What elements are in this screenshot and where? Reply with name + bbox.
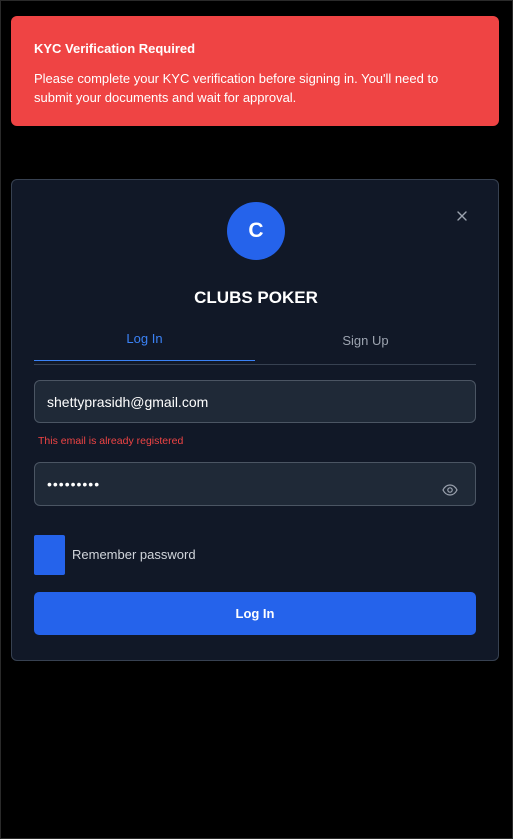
tab-sign-up[interactable]: Sign Up xyxy=(255,320,476,364)
remember-label: Remember password xyxy=(72,547,196,562)
alert-title: KYC Verification Required xyxy=(34,41,196,56)
password-field-wrapper xyxy=(34,462,476,506)
tab-log-in[interactable]: Log In xyxy=(34,320,255,361)
log-in-button[interactable]: Log In xyxy=(34,592,476,635)
password-field[interactable] xyxy=(34,462,476,506)
eye-icon[interactable] xyxy=(442,484,458,496)
remember-checkbox[interactable] xyxy=(34,534,65,575)
close-icon xyxy=(457,211,467,221)
email-field[interactable] xyxy=(34,380,476,423)
brand-title: CLUBS POKER xyxy=(194,288,318,307)
close-button[interactable] xyxy=(452,206,472,226)
remember-row: Remember password xyxy=(34,534,196,575)
kyc-alert: KYC Verification Required Please complet… xyxy=(11,16,499,126)
email-error-message: This email is already registered xyxy=(38,435,184,447)
auth-tabs: Log In Sign Up xyxy=(34,320,476,365)
login-modal: C CLUBS POKER Log In Sign Up This email … xyxy=(11,179,499,661)
page-frame: KYC Verification Required Please complet… xyxy=(0,0,513,839)
brand-avatar: C xyxy=(227,202,285,260)
alert-message: Please complete your KYC verification be… xyxy=(34,71,439,105)
